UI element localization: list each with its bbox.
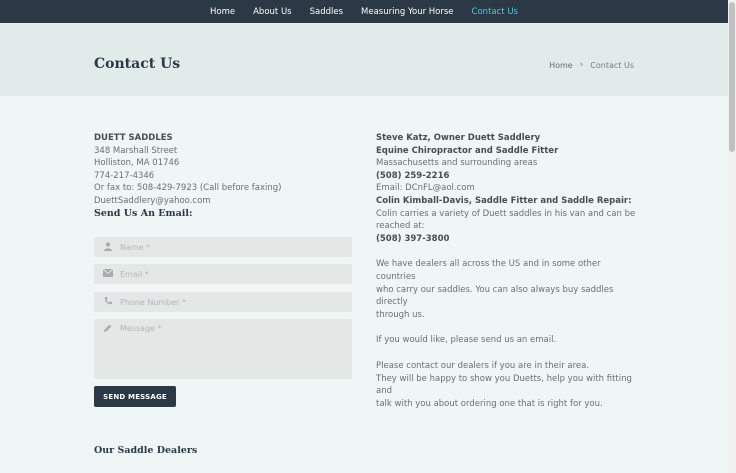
steve-title: Steve Katz, Owner Duett Saddlery: [376, 133, 541, 143]
email-input[interactable]: [120, 269, 340, 279]
message-input[interactable]: [120, 324, 340, 351]
address-email[interactable]: DuettSaddlery@yahoo.com: [94, 195, 354, 208]
colin-description-1: Colin carries a variety of Duett saddles…: [376, 208, 636, 219]
phone-icon: [102, 297, 114, 307]
dealers-info-line-2: who carry our saddles. You can also alwa…: [376, 284, 614, 308]
contact-dealers-paragraph: Please contact our dealers if you are in…: [376, 360, 638, 410]
dealers-info-line-3: through us.: [376, 309, 425, 320]
message-field[interactable]: [94, 319, 352, 379]
contact-dealers-line-2: They will be happy to show you Duetts, h…: [376, 373, 632, 397]
nav-saddles[interactable]: Saddles: [310, 7, 343, 17]
contact-dealers-line-3: talk with you about ordering one that is…: [376, 398, 603, 409]
page-scrollbar[interactable]: [728, 0, 736, 473]
dealers-heading: Our Saddle Dealers: [94, 445, 198, 456]
steve-area: Massachusetts and surrounding areas: [376, 158, 538, 169]
address-phone: 774-217-4346: [94, 170, 155, 181]
nav-contact-us[interactable]: Contact Us: [472, 7, 518, 17]
colin-title: Colin Kimball-Davis, Saddle Fitter and S…: [376, 195, 632, 206]
phone-input[interactable]: [120, 297, 340, 307]
user-icon: [102, 241, 114, 253]
dealers-info-line-1: We have dealers all across the US and in…: [376, 259, 601, 282]
page-title: Contact Us: [94, 56, 181, 72]
dealers-info-paragraph: We have dealers all across the US and in…: [376, 258, 638, 321]
name-field[interactable]: [94, 237, 352, 257]
nav-home[interactable]: Home: [210, 7, 235, 17]
breadcrumb: Home › Contact Us: [549, 60, 634, 70]
address-city: Holliston, MA 01746: [94, 158, 180, 169]
nav-measuring-your-horse[interactable]: Measuring Your Horse: [361, 7, 454, 17]
nav-about-us[interactable]: About Us: [253, 7, 291, 17]
steve-role: Equine Chiropractor and Saddle Fitter: [376, 145, 559, 156]
contacts-block: Steve Katz, Owner Duett Saddlery Equine …: [376, 132, 638, 410]
top-navbar: Home About Us Saddles Measuring Your Hor…: [0, 0, 728, 23]
address-street: 348 Marshall Street: [94, 145, 178, 156]
address-block: DUETT SADDLES 348 Marshall Street Hollis…: [94, 132, 354, 219]
breadcrumb-current: Contact Us: [590, 60, 634, 70]
colin-phone: (508) 397-3800: [376, 233, 450, 244]
email-field[interactable]: [94, 264, 352, 284]
steve-phone: (508) 259-2216: [376, 170, 450, 181]
email-invite-paragraph: If you would like, please send us an ema…: [376, 335, 557, 346]
contact-dealers-line-1: Please contact our dealers if you are in…: [376, 360, 590, 371]
phone-field[interactable]: [94, 292, 352, 312]
steve-email[interactable]: Email: DCnFL@aol.com: [376, 182, 638, 195]
company-name: DUETT SADDLES: [94, 133, 173, 143]
colin-description-2: reached at:: [376, 221, 425, 232]
address-fax: Or fax to: 508-429-7923 (Call before fax…: [94, 183, 282, 194]
envelope-icon: [102, 268, 114, 279]
name-input[interactable]: [120, 242, 340, 252]
breadcrumb-home[interactable]: Home: [549, 61, 573, 70]
scrollbar-thumb[interactable]: [729, 2, 735, 152]
form-heading: Send Us An Email:: [94, 207, 193, 219]
send-message-button[interactable]: SEND MESSAGE: [94, 386, 176, 407]
pencil-icon: [102, 324, 114, 334]
breadcrumb-separator: ›: [579, 60, 584, 70]
